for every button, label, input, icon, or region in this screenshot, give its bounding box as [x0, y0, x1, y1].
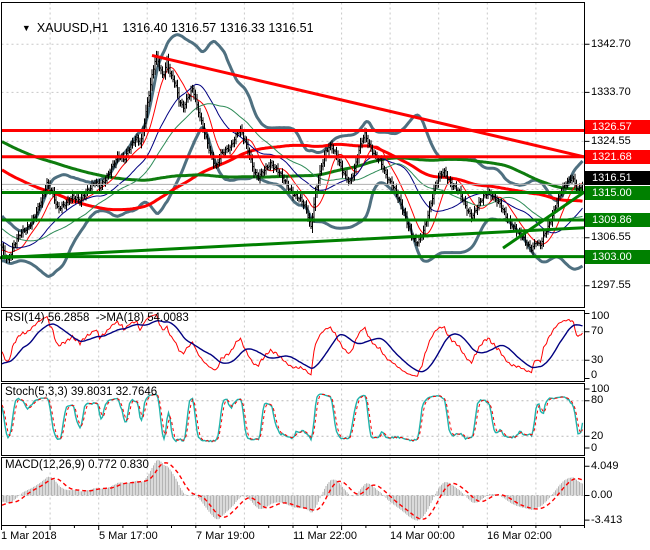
- time-axis-label: 16 Mar 02:00: [487, 530, 552, 542]
- price-scale-label: 100: [591, 383, 610, 395]
- trading-terminal-window: ▼ XAUUSD,H1 1316.40 1316.57 1316.33 1316.5…: [0, 0, 650, 550]
- chart-title: ▼ XAUUSD,H1 1316.40 1316.57 1316.33 1316.5…: [8, 7, 314, 49]
- rsi-indicator-label: RSI(14) 56.2858 ->MA(18) 54.0083: [5, 312, 189, 324]
- price-tag: 1321.68: [585, 149, 650, 164]
- time-axis-label: 7 Mar 19:00: [196, 530, 255, 542]
- symbol-period-label: XAUUSD,H1: [36, 21, 109, 35]
- stoch-series: [1, 393, 584, 443]
- price-scale-label: 80: [591, 394, 604, 407]
- time-axis-label: 14 Mar 00:00: [390, 530, 455, 542]
- price-scale-label: 0.00: [591, 489, 613, 501]
- price-scale-label: 70: [591, 325, 604, 338]
- macd-indicator-label: MACD(12,26,9) 0.772 0.830: [5, 459, 149, 471]
- price-scale-label: 4.049: [591, 459, 619, 472]
- price-scale-label: 1306.55: [591, 231, 631, 244]
- price-scale-label: 0: [591, 369, 598, 381]
- price-scale-label: -3.413: [591, 513, 623, 526]
- stoch-indicator-label: Stoch(5,3,3) 39.8031 32.7646: [5, 386, 158, 398]
- price-scale-label: 0: [591, 441, 598, 454]
- time-axis-label: 5 Mar 17:00: [99, 530, 158, 542]
- moving-averages: [1, 67, 583, 253]
- current-price-tag: 1316.51: [585, 170, 650, 185]
- price-scale-label: 1297.55: [591, 279, 631, 292]
- time-axis-label: 1 Mar 2018: [1, 530, 57, 542]
- ohlc-values: 1316.40 1316.57 1316.33 1316.51: [122, 21, 314, 35]
- price-tag: 1309.86: [585, 212, 650, 227]
- price-tag: 1326.57: [585, 119, 650, 134]
- price-scale-label: 30: [591, 353, 604, 366]
- time-axis-label: 11 Mar 22:00: [293, 530, 358, 542]
- price-scale-label: 1324.55: [591, 134, 631, 147]
- price-scale-label: 20: [591, 429, 604, 442]
- price-scale-label: 1333.70: [591, 85, 631, 98]
- price-scale-label: 1342.70: [591, 37, 631, 50]
- grid-lines: [1, 2, 585, 526]
- price-tag: 1303.00: [585, 249, 650, 264]
- price-scale-label: 100: [591, 310, 610, 322]
- price-tag: 1315.00: [585, 185, 650, 200]
- chart-dropdown-icon[interactable]: ▼: [22, 23, 31, 33]
